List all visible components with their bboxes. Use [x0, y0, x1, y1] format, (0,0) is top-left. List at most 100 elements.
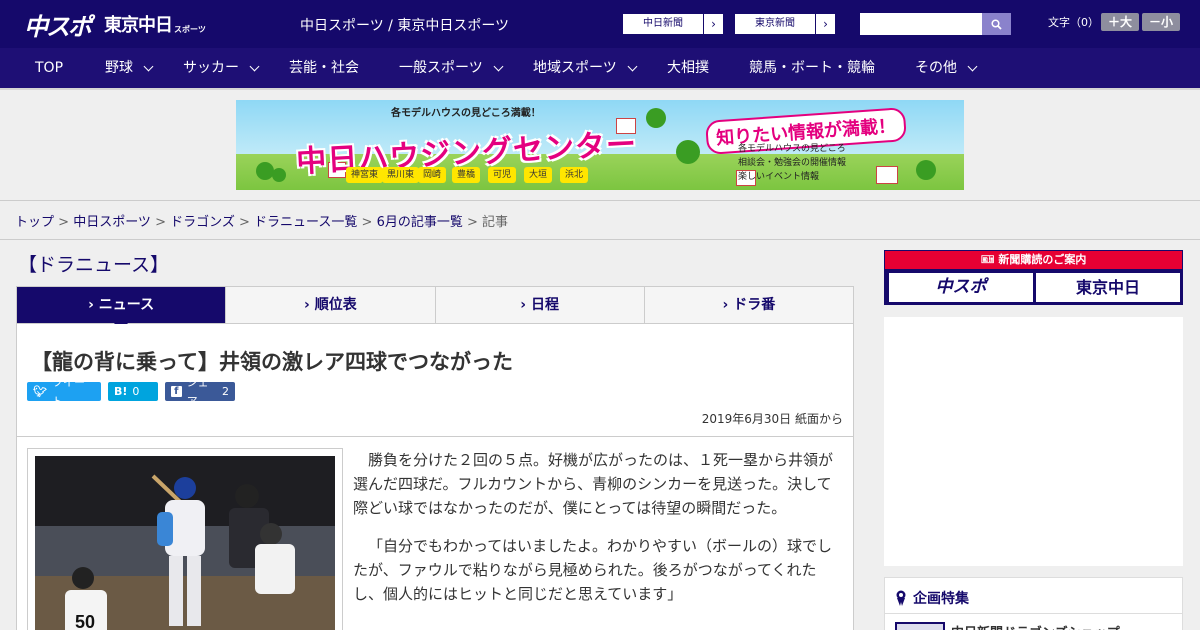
nav-label: サッカー: [183, 60, 239, 76]
chevron-right-icon: ›: [722, 297, 734, 313]
nav-item-racing[interactable]: 競馬・ボート・競輪: [749, 48, 875, 88]
location-badge: 可児: [488, 167, 517, 183]
location-badge: 豊橋: [452, 167, 481, 183]
breadcrumb-sep: >: [54, 215, 74, 230]
tab-standings[interactable]: › 順位表: [225, 287, 434, 323]
divider: [885, 613, 1182, 614]
logo-chuspo: 中スポ: [24, 12, 92, 41]
search-icon: [991, 18, 1002, 30]
breadcrumb-bar: トップ > 中日スポーツ > ドラゴンズ > ドラニュース一覧 > 6月の記事一…: [0, 200, 1200, 240]
twitter-bird-icon: 🐦︎: [33, 385, 47, 398]
article-title: 【龍の背に乗って】井領の激レア四球でつながった: [31, 350, 513, 374]
facebook-share-label: シェア: [186, 375, 209, 408]
subscription-banner[interactable]: 🎫︎ 新聞購読のご案内 中スポ 東京中日: [884, 250, 1183, 305]
text-size-up-button[interactable]: ＋大: [1101, 13, 1139, 31]
hatena-b-icon: B!: [114, 385, 128, 398]
nav-item-general-sports[interactable]: 一般スポーツ: [399, 48, 504, 88]
location-badge: 黒川東: [382, 167, 420, 183]
tab-dora-ban[interactable]: › ドラ番: [643, 287, 853, 323]
nav-label: 芸能・社会: [289, 60, 359, 76]
nav-label: 大相撲: [667, 60, 709, 76]
ribbon-icon: [896, 590, 906, 606]
breadcrumb-sep: >: [357, 215, 377, 230]
tree-illustration: [676, 140, 700, 164]
nav-label: その他: [915, 60, 957, 76]
breadcrumb-dragons[interactable]: ドラゴンズ: [170, 215, 235, 230]
nav-label: 一般スポーツ: [399, 60, 483, 76]
banner-subtitle: 各モデルハウスの見どころ満載！: [391, 108, 541, 119]
banner-list-item: 楽しいイベント情報: [738, 172, 820, 182]
tweet-label: ツイート: [51, 375, 85, 408]
tokyo-chunichi-subscribe-logo[interactable]: 東京中日: [1036, 273, 1180, 302]
main-nav: TOP 野球 サッカー 芸能・社会 一般スポーツ 地域スポーツ 大相撲 競馬・ボ…: [0, 48, 1200, 90]
banner-feature-list: 各モデルハウスの見どころ 相談会・勉強会の開催情報 楽しいイベント情報: [738, 142, 846, 184]
ticket-icon: 🎫︎: [980, 253, 999, 266]
nav-item-sumo[interactable]: 大相撲: [667, 48, 709, 88]
banner-list-item: 相談会・勉強会の開催情報: [738, 158, 847, 168]
breadcrumb-sep: >: [150, 215, 171, 230]
subscription-heading: 🎫︎ 新聞購読のご案内: [885, 251, 1182, 269]
location-badge: 岡崎: [418, 167, 447, 183]
baseball-batter-photo: 50: [35, 456, 335, 630]
article-paragraph: 勝負を分けた２回の５点。好機が広がったのは、１死一塁から井領が選んだ四球だ。フル…: [353, 451, 834, 517]
tweet-button[interactable]: 🐦︎ ツイート: [27, 376, 101, 408]
breadcrumb-sep: >: [462, 215, 483, 230]
chevron-right-icon: ›: [520, 297, 531, 313]
breadcrumb-dora-news-list[interactable]: ドラニュース一覧: [254, 215, 357, 230]
article-photo-frame: 50: [27, 448, 343, 630]
svg-text:50: 50: [75, 612, 95, 630]
location-badge: 神宮東: [346, 167, 384, 183]
hatena-bookmark-button[interactable]: B! 0: [108, 382, 158, 401]
nav-item-top[interactable]: TOP: [35, 48, 63, 88]
nav-item-baseball[interactable]: 野球: [105, 48, 154, 88]
tab-label: ニュース: [98, 297, 155, 313]
article: 【龍の背に乗って】井領の激レア四球でつながった 🐦︎ ツイート B! 0 f シェア …: [16, 324, 854, 630]
chevron-down-icon: [967, 61, 978, 71]
breadcrumb-june-list[interactable]: 6月の記事一覧: [377, 215, 463, 230]
tokyo-shimbun-button[interactable]: 東京新聞 ›: [734, 13, 836, 35]
feature-heading: 企画特集: [895, 588, 969, 608]
chuspo-subscribe-logo[interactable]: 中スポ: [889, 273, 1033, 302]
feature-heading-text: 企画特集: [913, 591, 969, 607]
feature-thumbnail[interactable]: [895, 622, 945, 630]
nav-item-soccer[interactable]: サッカー: [183, 48, 260, 88]
chevron-right-icon: ›: [304, 297, 315, 313]
site-header: 中スポ 東京中日 スポーツ 中日スポーツ / 東京中日スポーツ 中日新聞 › 東…: [0, 0, 1200, 48]
article-photo[interactable]: 50: [35, 456, 335, 630]
text-size-down-button[interactable]: －小: [1142, 13, 1180, 31]
facebook-share-count: 2: [222, 385, 229, 398]
subscription-heading-text: 新聞購読のご案内: [998, 253, 1087, 266]
special-feature-box: 企画特集 中日新聞ドラゴンズショップ: [884, 577, 1183, 630]
tokyo-shimbun-label: 東京新聞: [755, 18, 795, 29]
housing-center-ad-banner[interactable]: 各モデルハウスの見どころ満載！ 中日ハウジングセンター 知りたい情報が満載！ 各…: [236, 100, 964, 190]
search-button[interactable]: [982, 13, 1011, 35]
nav-item-entertainment[interactable]: 芸能・社会: [289, 48, 359, 88]
breadcrumb-current: 記事: [482, 215, 509, 230]
nav-item-regional-sports[interactable]: 地域スポーツ: [533, 48, 638, 88]
facebook-share-button[interactable]: f シェア 2: [165, 376, 235, 408]
site-title[interactable]: 中日スポーツ / 東京中日スポーツ: [300, 15, 509, 35]
breadcrumb-top[interactable]: トップ: [15, 215, 54, 230]
breadcrumb: トップ > 中日スポーツ > ドラゴンズ > ドラニュース一覧 > 6月の記事一…: [15, 211, 508, 230]
article-date: 2019年6月30日 紙面から: [701, 412, 843, 426]
sidebar-ad-slot: [884, 317, 1183, 566]
search-input[interactable]: [860, 13, 982, 35]
tab-schedule[interactable]: › 日程: [434, 287, 644, 323]
chevron-down-icon: [627, 61, 638, 71]
nav-label: 野球: [105, 60, 133, 76]
tab-news[interactable]: › ニュース: [17, 287, 226, 331]
chunichi-shimbun-button[interactable]: 中日新聞 ›: [622, 13, 724, 35]
location-badge: 浜北: [560, 167, 589, 183]
chevron-right-icon: ›: [88, 297, 99, 313]
house-illustration: [876, 166, 898, 184]
article-body: 勝負を分けた２回の５点。好機が広がったのは、１死一塁から井領が選んだ四球だ。フル…: [353, 448, 839, 620]
chunichi-shimbun-label: 中日新聞: [643, 18, 683, 29]
nav-label: 地域スポーツ: [533, 60, 617, 76]
chevron-down-icon: [493, 61, 504, 71]
site-logo[interactable]: 中スポ 東京中日 スポーツ: [24, 8, 206, 41]
breadcrumb-sep: >: [234, 215, 255, 230]
chevron-down-icon: [143, 61, 154, 71]
feature-item-dragons-shop[interactable]: 中日新聞ドラゴンズショップ: [951, 622, 1120, 630]
nav-item-other[interactable]: その他: [915, 48, 978, 88]
breadcrumb-chunichi-sports[interactable]: 中日スポーツ: [73, 215, 151, 230]
